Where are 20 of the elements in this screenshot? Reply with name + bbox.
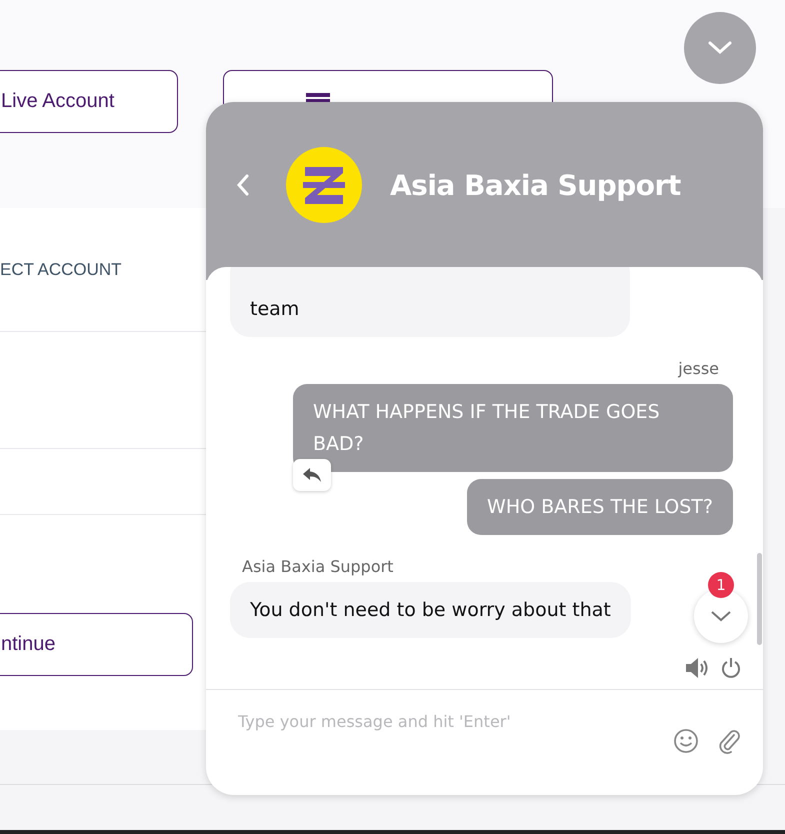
sent-message: WHAT HAPPENS IF THE TRADE GOES BAD? [293, 384, 733, 472]
logo-icon [286, 147, 362, 223]
sender-name: jesse [678, 359, 719, 378]
chat-title: Asia Baxia Support [390, 168, 681, 202]
power-icon[interactable] [721, 657, 741, 679]
received-message: You don't need to be worry about that [230, 582, 631, 638]
continue-button[interactable]: ntinue [0, 613, 193, 676]
scroll-down-button[interactable] [694, 589, 748, 643]
received-message: team [230, 267, 630, 337]
message-input[interactable]: Type your message and hit 'Enter' [236, 708, 673, 734]
chevron-down-icon [708, 41, 732, 55]
sent-message: WHO BARES THE LOST? [467, 479, 733, 535]
live-account-button[interactable]: Live Account [0, 70, 178, 133]
back-icon [236, 174, 250, 196]
unread-badge: 1 [708, 572, 734, 598]
menu-lines-icon [306, 93, 330, 102]
reply-arrow-icon [302, 467, 322, 483]
chevron-down-icon [710, 610, 732, 622]
reply-icon[interactable] [293, 459, 331, 491]
sender-name: Asia Baxia Support [242, 557, 394, 576]
